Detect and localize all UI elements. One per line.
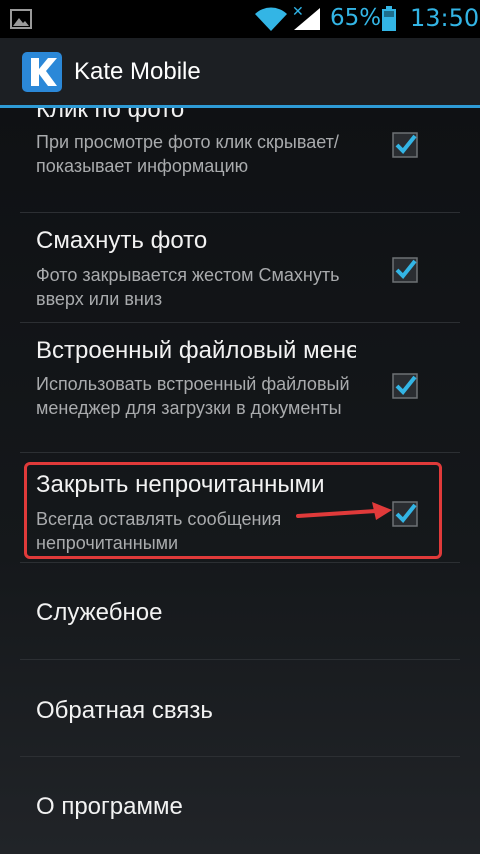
checkbox-checked-icon[interactable] bbox=[392, 132, 418, 158]
section-title: Обратная связь bbox=[36, 697, 213, 724]
kate-mobile-logo[interactable] bbox=[22, 52, 62, 92]
status-bar: ✕ 65% 13:50 bbox=[0, 0, 480, 38]
clock: 13:50 bbox=[410, 4, 480, 32]
section-title: Служебное bbox=[36, 599, 163, 626]
image-notification-icon bbox=[10, 9, 32, 29]
battery-icon bbox=[382, 6, 396, 31]
setting-photo-click[interactable]: Клик по фото При просмотре фото клик скр… bbox=[0, 108, 480, 210]
setting-title: Смахнуть фото bbox=[36, 227, 208, 254]
setting-summary: Использовать встроенный файловый менедже… bbox=[36, 374, 350, 418]
section-service[interactable]: Служебное bbox=[0, 563, 480, 659]
setting-title: Клик по фото bbox=[36, 108, 185, 123]
k-logo-icon bbox=[31, 58, 57, 86]
section-feedback[interactable]: Обратная связь bbox=[0, 660, 480, 756]
setting-summary: Фото закрывается жестом Смахнуть вверх и… bbox=[36, 265, 340, 309]
section-about[interactable]: О программе bbox=[0, 757, 480, 854]
setting-swipe-photo[interactable]: Смахнуть фото Фото закрывается жестом См… bbox=[0, 213, 480, 323]
setting-title: Встроенный файловый менеджер bbox=[36, 337, 356, 364]
signal-icon bbox=[294, 8, 320, 30]
settings-list[interactable]: Клик по фото При просмотре фото клик скр… bbox=[0, 108, 480, 854]
checkbox-checked-icon[interactable] bbox=[392, 373, 418, 399]
app-title: Kate Mobile bbox=[74, 58, 201, 85]
battery-percent: 65% bbox=[330, 5, 382, 31]
checkbox-checked-icon[interactable] bbox=[392, 257, 418, 283]
arrow-annotation-icon bbox=[296, 502, 392, 520]
action-bar: Kate Mobile bbox=[0, 38, 480, 108]
wifi-icon bbox=[255, 7, 287, 31]
setting-summary: При просмотре фото клик скрывает/показыв… bbox=[36, 132, 339, 176]
section-title: О программе bbox=[36, 793, 183, 820]
setting-builtin-file-manager[interactable]: Встроенный файловый менеджер Использоват… bbox=[0, 323, 480, 451]
